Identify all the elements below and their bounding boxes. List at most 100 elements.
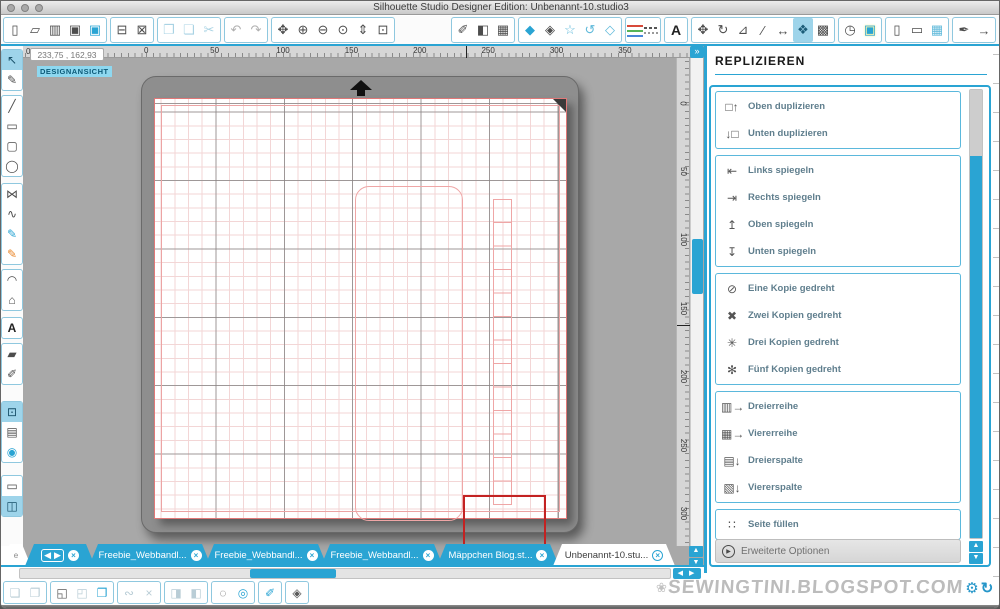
print-button[interactable]: ⊟ [112,18,132,42]
panel-scrollbar[interactable] [969,89,983,539]
line-color-button[interactable] [627,22,643,38]
fill-page-item[interactable]: ∷ Seite füllen [716,511,960,538]
tab-freebie-webband-3[interactable]: Freebie_Webbandl... × [321,544,443,566]
panel-scroll-down-button[interactable]: ▼ [969,553,983,564]
rounded-rectangle-tool[interactable]: ▢ [2,136,22,156]
line-style-button[interactable] [643,22,659,38]
knife-tool[interactable]: ✐ [2,364,22,384]
horizontal-scrollbar-thumb[interactable] [250,569,336,578]
duplicate-below-item[interactable]: ↓□ Unten duplizieren [716,120,960,147]
text-tool[interactable]: A [2,318,22,338]
gear-icon[interactable]: ⚙ [965,579,978,597]
row-of-four-item[interactable]: ▦→ Viererreihe [716,420,960,447]
line-tool[interactable]: ╱ [2,96,22,116]
open-recent-button[interactable]: ▥ [45,18,65,42]
new-document-button[interactable]: ▯ [5,18,25,42]
redo-button[interactable]: ↷ [246,18,266,42]
freehand-tool[interactable]: ✎ [2,224,22,244]
expand-panel-button[interactable]: » [690,46,704,58]
tab-close-icon[interactable]: × [307,550,318,561]
panel-scroll-up-button[interactable]: ▲ [969,541,983,552]
cut-button[interactable]: ✂ [199,18,219,42]
mirror-left-item[interactable]: ⇤ Links spiegeln [716,157,960,184]
shadow-button[interactable]: ◈ [540,18,560,42]
zoom-selection-button[interactable]: ⊙ [333,18,353,42]
pan-tool-button[interactable]: ✥ [273,18,293,42]
align-button[interactable]: ↔ [773,18,793,42]
duplicate-above-item[interactable]: □↑ Oben duplizieren [716,93,960,120]
ellipse-tool[interactable]: ◯ [2,156,22,176]
move-button[interactable]: ✥ [693,18,713,42]
offset-button[interactable]: ◌ [213,582,233,603]
fill-color-button[interactable]: ◆ [520,18,540,42]
two-copies-rotated-item[interactable]: ✖ Zwei Kopien gedreht [716,302,960,329]
panel-scrollbar-thumb[interactable] [970,156,982,538]
save-button[interactable]: ▣ [65,18,85,42]
tab-freebie-webband-2[interactable]: Freebie_Webbandl... × [205,544,327,566]
tab-freebie-webband-1[interactable]: Freebie_Webbandl... × [89,544,211,566]
scale-button[interactable]: ⊿ [733,18,753,42]
select-tool[interactable]: ↖ [2,50,22,70]
canvas-area[interactable]: 0 50 100 150 200 250 300 350 0 233,75 , 162,93 … [23,46,704,581]
delete-button[interactable]: × [139,582,159,603]
copy-button[interactable]: ❐ [159,18,179,42]
zoom-out-button[interactable]: ⊖ [313,18,333,42]
raster-settings-button[interactable]: ▦ [493,18,513,42]
mirror-right-item[interactable]: ⇥ Rechts spiegeln [716,184,960,211]
rotate-button[interactable]: ↻ [713,18,733,42]
paste-button[interactable]: ❏ [179,18,199,42]
row-of-three-item[interactable]: ▥→ Dreierreihe [716,393,960,420]
advanced-options-bar[interactable]: ▶ Erweiterte Optionen [715,539,961,563]
zoom-in-button[interactable]: ⊕ [293,18,313,42]
single-window-button[interactable]: ▭ [2,476,22,496]
refresh-icon[interactable]: ↻ [981,579,994,597]
fit-to-window-button[interactable]: ⊡ [373,18,393,42]
segmented-strip-shape[interactable] [493,199,512,505]
duplicate-button[interactable]: ❐ [92,582,112,603]
one-copy-rotated-item[interactable]: ⊘ Eine Kopie gedreht [716,275,960,302]
ungroup-button[interactable]: ❐ [25,582,45,603]
split-window-button[interactable]: ◫ [2,496,22,516]
design-page[interactable] [154,98,567,562]
design-view-button[interactable]: ⊡ [2,402,22,422]
regular-polygon-tool[interactable]: ⌂ [2,290,22,310]
mirror-above-item[interactable]: ↥ Oben spiegeln [716,211,960,238]
horizontal-scrollbar[interactable] [19,568,671,579]
tab-unbenannt-10[interactable]: Unbenannt-10.stu... × [553,544,675,566]
emboss-button[interactable]: ◈ [287,582,307,603]
rounded-rectangle-shape[interactable] [355,186,463,521]
modify-button[interactable]: ▣ [860,18,880,42]
concentric-button[interactable]: ◎ [233,582,253,603]
star-options-button[interactable]: ☆ [560,18,580,42]
drag-zoom-button[interactable]: ⇕ [353,18,373,42]
tab-maeppchen-blog[interactable]: Mäppchen Blog.st... × [437,544,559,566]
cutter-button[interactable]: ⊠ [132,18,152,42]
column-of-three-item[interactable]: ▤↓ Dreierspalte [716,447,960,474]
eraser-tool[interactable]: ▰ [2,344,22,364]
release-compound-path-button[interactable]: ◰ [72,582,92,603]
group-button[interactable]: ❏ [5,582,25,603]
rectangle-tool[interactable]: ▭ [2,116,22,136]
rotate-options-button[interactable]: ↺ [580,18,600,42]
stamp-button[interactable]: ◷ [840,18,860,42]
tab-scroll-right-button[interactable]: ▶ [54,550,61,561]
vertical-scrollbar[interactable] [690,58,703,546]
edit-shape-button[interactable]: ◇ [600,18,620,42]
weld-button[interactable]: ∾ [119,582,139,603]
tab-close-button[interactable]: × [68,550,79,561]
nest-button[interactable]: ▩ [813,18,833,42]
fill-picker-button[interactable]: ✐ [260,582,280,603]
undo-button[interactable]: ↶ [226,18,246,42]
page-setup-button[interactable]: ▯ [887,18,907,42]
send-to-silhouette-button[interactable]: → [974,18,994,42]
column-of-four-item[interactable]: ▧↓ Viererspalte [716,474,960,501]
save-to-library-button[interactable]: ▣ [85,18,105,42]
vertical-scrollbar-thumb[interactable] [692,239,703,294]
edit-points-tool[interactable]: ✎ [2,70,22,90]
replicate-button[interactable]: ❖ [793,18,813,42]
five-copies-rotated-item[interactable]: ✻ Fünf Kopien gedreht [716,356,960,383]
grid-settings-button[interactable]: ▦ [927,18,947,42]
send-backward-button[interactable]: ◧ [186,582,206,603]
shear-button[interactable]: ∕ [753,18,773,42]
library-button[interactable]: ▤ [2,422,22,442]
